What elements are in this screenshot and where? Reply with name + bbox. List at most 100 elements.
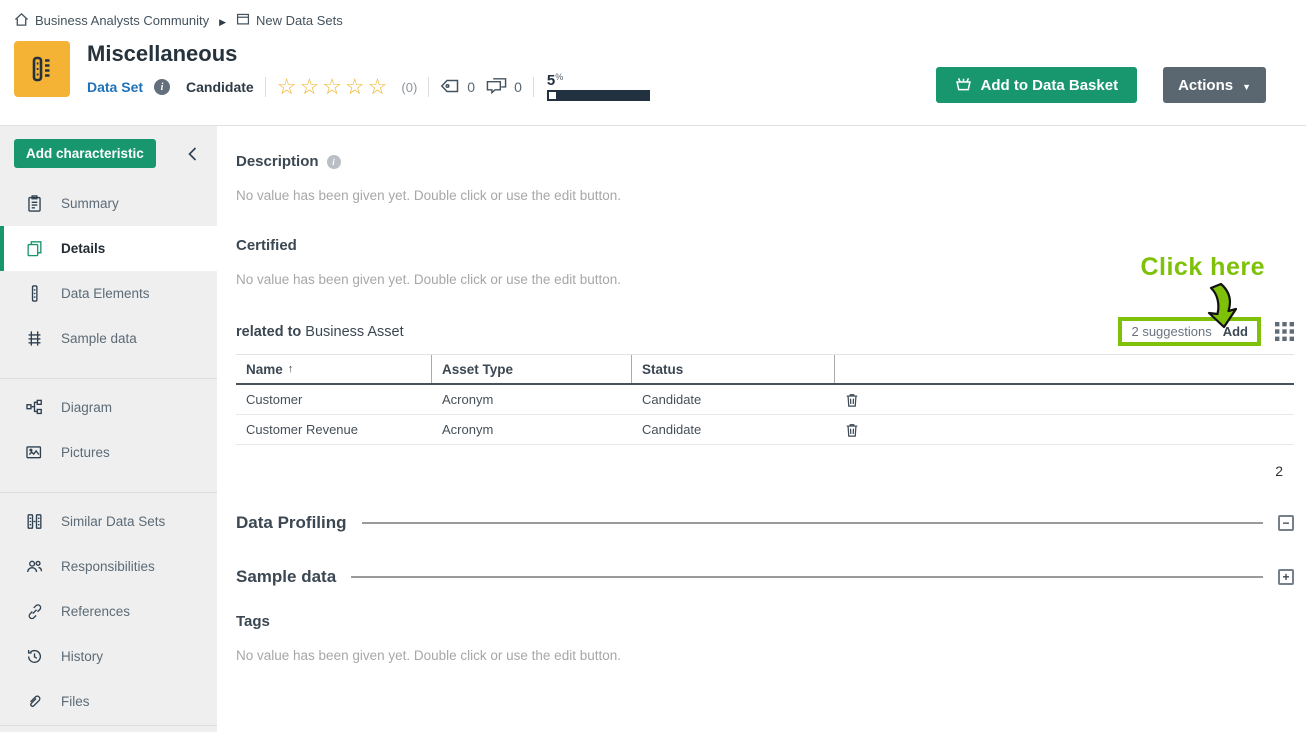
add-to-data-basket-label: Add to Data Basket xyxy=(981,77,1119,94)
asset-type-info-icon[interactable] xyxy=(154,79,170,95)
sidebar-item-history[interactable]: History xyxy=(0,634,217,679)
sidebar-item-pictures[interactable]: Pictures xyxy=(0,430,217,475)
add-to-data-basket-button[interactable]: Add to Data Basket xyxy=(936,67,1138,103)
sidebar-item-label: References xyxy=(61,604,130,619)
sidebar-item-label: Data Elements xyxy=(61,286,150,301)
sidebar-item-data-elements[interactable]: Data Elements xyxy=(0,271,217,316)
cell-asset-type: Acronym xyxy=(432,422,632,437)
sample-data-section: Sample data xyxy=(236,567,1294,587)
sidebar-item-label: Files xyxy=(61,694,90,709)
sidebar-item-label: Diagram xyxy=(61,400,112,415)
divider xyxy=(533,77,534,97)
progress-bar xyxy=(547,90,650,101)
data-set-type-icon xyxy=(14,41,70,97)
add-relation-button[interactable]: Add xyxy=(1223,324,1248,339)
delete-relation-button[interactable] xyxy=(835,422,1294,438)
sidebar-item-label: Details xyxy=(61,241,105,256)
chevron-down-icon xyxy=(1242,77,1251,94)
sidebar-item-responsibilities[interactable]: Responsibilities xyxy=(0,544,217,589)
collapse-section-button[interactable] xyxy=(1278,515,1294,531)
breadcrumb-community-label: Business Analysts Community xyxy=(35,13,209,28)
asset-header: Miscellaneous Data Set Candidate (0) 0 xyxy=(0,41,1306,126)
sidebar-item-details[interactable]: Details xyxy=(0,226,217,271)
comments-icon xyxy=(486,77,507,98)
delete-relation-button[interactable] xyxy=(835,392,1294,408)
table-options-button[interactable] xyxy=(1275,322,1294,341)
history-icon xyxy=(25,647,44,666)
sidebar-item-label: History xyxy=(61,649,103,664)
sidebar-item-similar-data-sets[interactable]: Similar Data Sets xyxy=(0,499,217,544)
table-header-row: Name Asset Type Status xyxy=(236,354,1294,385)
description-title: Description xyxy=(236,153,319,170)
sidebar-item-references[interactable]: References xyxy=(0,589,217,634)
star-icon xyxy=(277,81,300,97)
sidebar-item-label: Summary xyxy=(61,196,119,211)
similar-columns-icon xyxy=(25,512,44,531)
expand-section-button[interactable] xyxy=(1278,569,1294,585)
progress-unit: % xyxy=(555,72,563,82)
completeness-indicator: 5% xyxy=(547,73,650,101)
cell-name[interactable]: Customer Revenue xyxy=(236,422,432,437)
comments-count-value: 0 xyxy=(514,79,522,95)
tags-empty-value[interactable]: No value has been given yet. Double clic… xyxy=(236,648,1294,663)
sidebar-divider xyxy=(0,725,217,726)
rating-count: (0) xyxy=(401,80,417,95)
star-icon xyxy=(345,81,368,97)
certified-empty-value[interactable]: No value has been given yet. Double clic… xyxy=(236,272,1294,287)
tags-counter[interactable]: 0 xyxy=(440,78,475,97)
sidebar-divider xyxy=(0,378,217,379)
table-icon xyxy=(25,329,44,348)
sidebar-item-files[interactable]: Files xyxy=(0,679,217,724)
cell-name[interactable]: Customer xyxy=(236,392,432,407)
sidebar: Add characteristic Summary Details xyxy=(0,126,217,732)
actions-button[interactable]: Actions xyxy=(1163,67,1266,103)
section-rule xyxy=(362,522,1263,524)
breadcrumb-domain-link[interactable]: New Data Sets xyxy=(236,12,343,29)
sidebar-item-diagram[interactable]: Diagram xyxy=(0,385,217,430)
column-header-name[interactable]: Name xyxy=(236,355,432,383)
star-icon xyxy=(299,81,322,97)
sidebar-item-label: Responsibilities xyxy=(61,559,155,574)
sidebar-item-label: Sample data xyxy=(61,331,137,346)
sidebar-item-label: Similar Data Sets xyxy=(61,514,165,529)
cell-status: Candidate xyxy=(632,422,835,437)
sidebar-item-sample-data[interactable]: Sample data xyxy=(0,316,217,361)
sidebar-collapse-button[interactable] xyxy=(180,144,205,164)
cell-status: Candidate xyxy=(632,392,835,407)
column-header-status[interactable]: Status xyxy=(632,355,835,383)
table-row: Customer Revenue Acronym Candidate xyxy=(236,415,1294,445)
breadcrumb-domain-label: New Data Sets xyxy=(256,13,343,28)
sidebar-divider xyxy=(0,492,217,493)
sidebar-item-summary[interactable]: Summary xyxy=(0,181,217,226)
tag-icon xyxy=(440,78,460,97)
data-profiling-title: Data Profiling xyxy=(236,513,347,533)
column-header-actions xyxy=(835,355,1294,383)
section-description: Description xyxy=(236,153,1294,170)
data-profiling-section: Data Profiling xyxy=(236,513,1294,533)
sidebar-nav: Summary Details Data Elements Sample dat… xyxy=(0,181,217,724)
breadcrumb-community-link[interactable]: Business Analysts Community xyxy=(14,12,209,30)
paperclip-icon xyxy=(25,692,44,711)
related-assets-table: Name Asset Type Status Customer Acronym … xyxy=(236,354,1294,445)
divider xyxy=(428,77,429,97)
section-rule xyxy=(351,576,1263,578)
people-icon xyxy=(25,557,44,576)
column-header-asset-type[interactable]: Asset Type xyxy=(432,355,632,383)
column-icon xyxy=(25,284,44,303)
link-icon xyxy=(25,602,44,621)
tags-count-value: 0 xyxy=(467,79,475,95)
comments-counter[interactable]: 0 xyxy=(486,77,522,98)
description-empty-value[interactable]: No value has been given yet. Double clic… xyxy=(236,188,1294,203)
relation-label: related to xyxy=(236,324,301,340)
clipboard-icon xyxy=(25,194,44,213)
sample-data-title: Sample data xyxy=(236,567,336,587)
progress-fill xyxy=(549,92,556,99)
star-icon xyxy=(368,81,391,97)
relation-target-type: Business Asset xyxy=(305,324,403,340)
description-info-icon[interactable] xyxy=(327,155,341,169)
asset-type-link[interactable]: Data Set xyxy=(87,79,143,95)
certified-title: Certified xyxy=(236,237,1294,254)
add-characteristic-button[interactable]: Add characteristic xyxy=(14,139,156,168)
suggestions-link[interactable]: 2 suggestions xyxy=(1131,324,1211,339)
rating-stars[interactable] xyxy=(277,76,391,98)
